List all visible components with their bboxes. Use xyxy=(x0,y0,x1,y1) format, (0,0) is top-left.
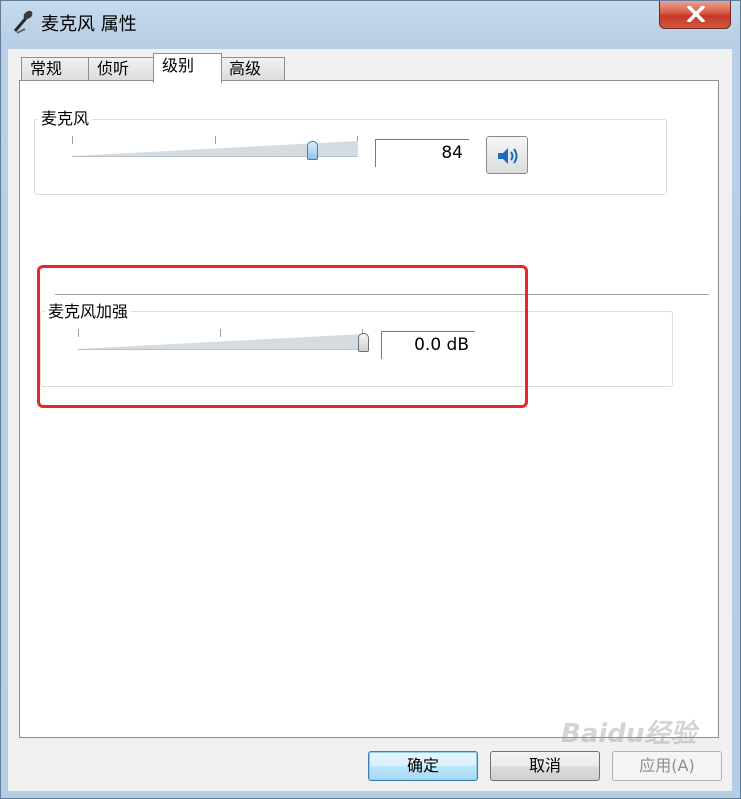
microphone-boost-label: 麦克风加强 xyxy=(45,302,132,322)
window-title: 麦克风 属性 xyxy=(41,14,137,35)
close-icon xyxy=(687,6,705,22)
tab-label: 级别 xyxy=(162,56,195,75)
tab-listen[interactable]: 侦听 xyxy=(88,57,155,81)
microphone-group xyxy=(34,119,667,195)
tab-levels[interactable]: 级别 xyxy=(153,53,222,83)
microphone-boost-value[interactable]: 0.0 dB xyxy=(381,331,475,359)
tab-label: 常规 xyxy=(30,59,63,78)
section-divider xyxy=(55,294,709,295)
mute-button[interactable] xyxy=(486,136,528,174)
tab-advanced[interactable]: 高级 xyxy=(220,57,285,81)
microphone-icon xyxy=(13,10,33,34)
microphone-level-value[interactable]: 84 xyxy=(375,139,469,167)
speaker-icon xyxy=(498,148,518,164)
title-bar[interactable]: 麦克风 属性 xyxy=(1,1,740,41)
slider-thumb[interactable] xyxy=(307,141,319,160)
tab-label: 高级 xyxy=(229,59,262,78)
tab-label: 侦听 xyxy=(97,59,130,78)
cancel-button[interactable]: 取消 xyxy=(490,751,600,781)
ok-button[interactable]: 确定 xyxy=(368,751,478,781)
microphone-label: 麦克风 xyxy=(38,109,93,129)
close-button[interactable] xyxy=(659,1,731,29)
slider-track xyxy=(78,334,364,350)
dialog-window: 麦克风 属性 常规 侦听 级别 高级 麦克风 84 麦克风加强 0.0 dB 确… xyxy=(0,0,741,799)
dialog-client-area: 常规 侦听 级别 高级 麦克风 84 麦克风加强 0.0 dB 确定 取消 应用… xyxy=(8,49,732,791)
levels-page: 麦克风 84 麦克风加强 0.0 dB xyxy=(19,80,719,738)
slider-thumb[interactable] xyxy=(358,333,369,352)
apply-button[interactable]: 应用(A) xyxy=(612,751,722,781)
tab-general[interactable]: 常规 xyxy=(21,57,89,81)
baidu-watermark: Baidu经验 xyxy=(561,719,697,749)
